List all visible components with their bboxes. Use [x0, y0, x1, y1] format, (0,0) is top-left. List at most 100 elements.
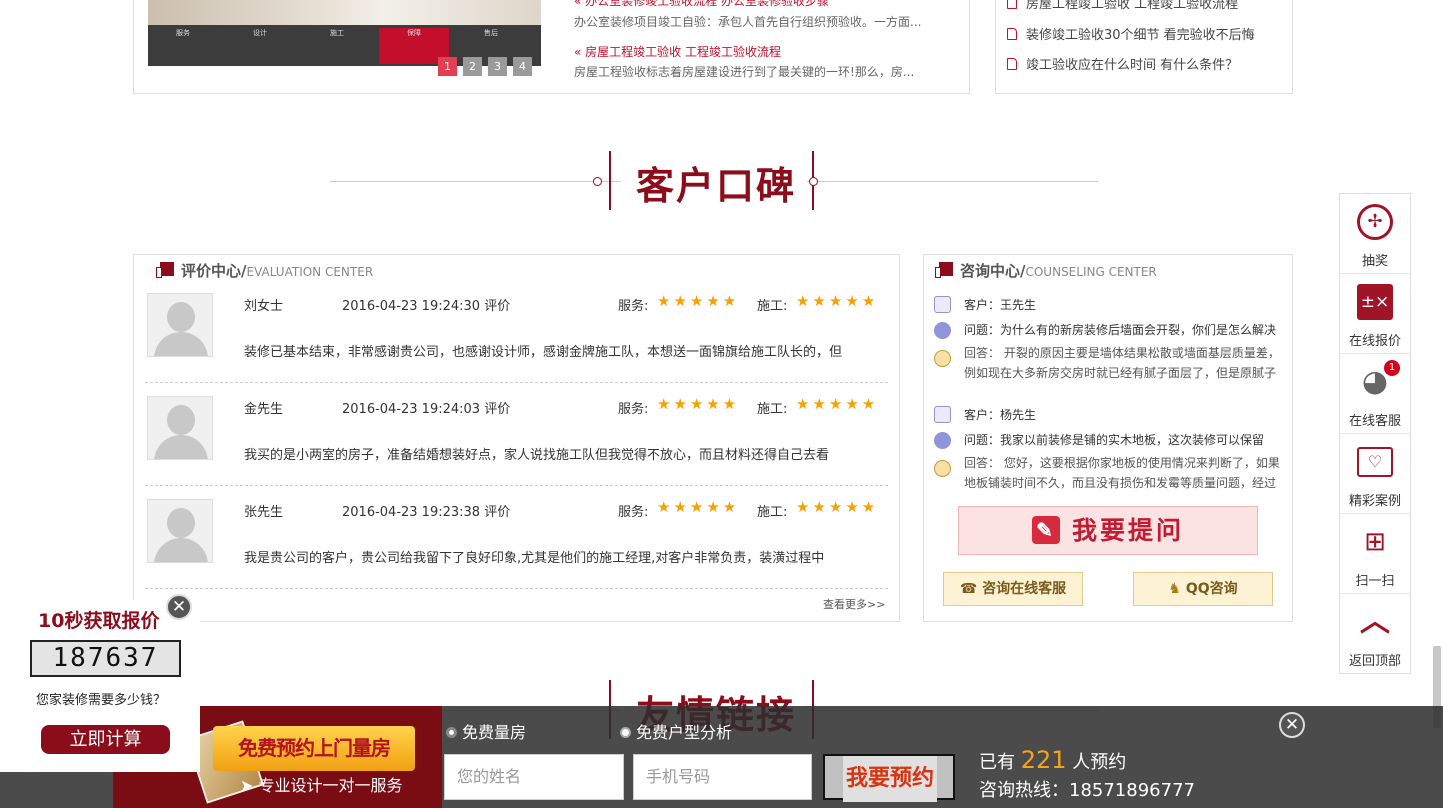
- sidebar-label: 扫一扫: [1355, 574, 1395, 589]
- client-name: 客户：王先生: [964, 298, 1037, 312]
- service-label: 服务:: [618, 505, 649, 520]
- sidebar-label: 抽奖: [1361, 254, 1388, 269]
- sidebar-item-top[interactable]: ︿ 返回顶部: [1340, 594, 1410, 674]
- pencil-icon: ✎: [1031, 516, 1060, 544]
- reviewer-name: 张先生: [244, 505, 284, 520]
- title-square-icon: [935, 262, 953, 278]
- news-desc-1: 办公室装修项目竣工自验：承包人首先自行组织预验收。一方面...: [574, 15, 922, 29]
- reviewer-name: 刘女士: [244, 299, 284, 314]
- close-widget-icon[interactable]: ✕: [166, 594, 192, 620]
- service-label: 服务:: [618, 402, 649, 417]
- phone-input[interactable]: 手机号码: [633, 754, 812, 800]
- book-button[interactable]: 我要预约: [823, 754, 955, 802]
- sidebar-item-quote[interactable]: ±× 在线报价: [1340, 274, 1410, 354]
- review-date: 2016-04-23 19:24:30 评价: [342, 299, 511, 314]
- service-stars: ★★★★★: [657, 395, 740, 413]
- sidebar-label: 在线客服: [1348, 414, 1401, 429]
- build-label: 施工:: [757, 299, 788, 314]
- sidebar-label: 在线报价: [1348, 334, 1401, 349]
- avatar: [147, 293, 213, 357]
- review-divider: [145, 382, 888, 383]
- quote-title: 10秒获取报价: [38, 610, 160, 632]
- side-link-1[interactable]: 房屋工程竣工验收 工程竣工验收流程: [1007, 0, 1238, 12]
- service-stars: ★★★★★: [657, 292, 740, 310]
- pager-2[interactable]: 2: [463, 57, 482, 76]
- qq-consult-button[interactable]: ♞ QQ咨询: [1133, 572, 1273, 606]
- answer-icon: [934, 350, 951, 367]
- client-icon: [934, 406, 951, 423]
- sidebar-label: 精彩案例: [1348, 494, 1401, 509]
- review-divider: [145, 485, 888, 486]
- news-link-1[interactable]: « 办公室装修竣工验收流程 办公室装修验收步骤: [574, 0, 829, 9]
- build-label: 施工:: [757, 402, 788, 417]
- promo-headline: 免费预约上门量房: [213, 726, 415, 771]
- section-title: 客户口碑: [636, 164, 797, 208]
- question-icon: [934, 322, 951, 339]
- calculate-button[interactable]: 立即计算: [41, 725, 170, 754]
- answer-text: 回答： 您好，这要根据你家地板的使用情况来判断了，如果: [964, 456, 1280, 470]
- review-date: 2016-04-23 19:24:03 评价: [342, 402, 511, 417]
- ornament-circle-left: [593, 177, 602, 186]
- avatar: [147, 396, 213, 460]
- answer-text-cont: 例如现在大多新房交房时就已经有腻子面层了，但是原腻子: [964, 366, 1277, 380]
- build-stars: ★★★★★: [796, 395, 879, 413]
- news-link-2[interactable]: « 房屋工程竣工验收 工程竣工验收流程: [574, 43, 781, 60]
- radio-checked-icon: [446, 727, 457, 738]
- question-icon: [934, 432, 951, 449]
- counseling-title: 咨询中心/COUNSELING CENTER: [960, 262, 1157, 280]
- quote-question: 您家装修需要多少钱？: [36, 693, 167, 708]
- arrow-up-icon: ︿: [1360, 604, 1390, 639]
- build-label: 施工:: [757, 505, 788, 520]
- unread-badge: 1: [1384, 360, 1400, 376]
- option-measure-radio[interactable]: 免费量房: [446, 719, 526, 743]
- review-text: 我买的是小两室的房子，准备结婚想装好点，家人说找施工队但我觉得不放心，而且材料还…: [244, 448, 830, 463]
- pager-1[interactable]: 1: [438, 57, 457, 76]
- promo-subline: ➤ 专业设计一对一服务: [240, 776, 403, 795]
- sidebar-item-cases[interactable]: ♡ 精彩案例: [1340, 434, 1410, 514]
- avatar: [147, 499, 213, 563]
- sidebar-item-scan[interactable]: ⊞ 扫一扫: [1340, 514, 1410, 594]
- question-text: 问题：为什么有的新房装修后墙面会开裂，你们是怎么解决: [964, 323, 1277, 337]
- title-ornament-left: [609, 151, 611, 210]
- view-more-link[interactable]: 查看更多>>: [823, 596, 885, 612]
- sidebar-item-lottery[interactable]: ✢ 抽奖: [1340, 194, 1410, 274]
- name-input[interactable]: 您的姓名: [444, 754, 624, 800]
- doc-icon: [1007, 58, 1017, 70]
- title-square-icon: [156, 262, 174, 278]
- pager-3[interactable]: 3: [488, 57, 507, 76]
- answer-text: 回答： 开裂的原因主要是墙体结果松散或墙面基层质量差，: [964, 346, 1280, 360]
- sidebar-item-service[interactable]: ◕ 1 在线客服: [1340, 354, 1410, 434]
- qq-penguin-icon: ♞: [1168, 581, 1186, 597]
- cases-icon: ♡: [1357, 447, 1393, 477]
- answer-icon: [934, 460, 951, 477]
- quote-counter: 187637: [30, 640, 181, 677]
- online-service-button[interactable]: ☎ 咨询在线客服: [943, 572, 1083, 606]
- ask-question-button[interactable]: ✎ 我要提问: [958, 506, 1258, 555]
- sidebar-label: 返回顶部: [1348, 654, 1401, 669]
- answer-text-cont: 地板铺装时间不久，而且没有损伤和发霉等质量问题，经过: [964, 476, 1277, 490]
- build-stars: ★★★★★: [796, 498, 879, 516]
- floating-sidebar: ✢ 抽奖 ±× 在线报价 ◕ 1 在线客服 ♡ 精彩案例 ⊞ 扫一扫 ︿ 返回顶…: [1339, 193, 1411, 674]
- option-layout-radio[interactable]: 免费户型分析: [620, 719, 732, 743]
- hotline: 咨询热线：18571896777: [979, 780, 1195, 801]
- close-bar-icon[interactable]: ✕: [1279, 712, 1305, 738]
- news-desc-2: 房屋工程验收标志着房屋建设进行到了最关键的一环!那么，房...: [574, 65, 915, 79]
- side-link-2[interactable]: 装修竣工验收30个细节 看完验收不后悔: [1007, 24, 1255, 43]
- review-date: 2016-04-23 19:23:38 评价: [342, 505, 511, 520]
- booking-count: 已有 221 人预约: [979, 746, 1127, 774]
- service-stars: ★★★★★: [657, 498, 740, 516]
- review-divider: [145, 588, 888, 589]
- doc-icon: [1007, 28, 1017, 40]
- reviewer-name: 金先生: [244, 402, 284, 417]
- calculator-icon: ±×: [1357, 284, 1393, 320]
- pager-4[interactable]: 4: [513, 57, 532, 76]
- review-text: 我是贵公司的客户，贵公司给我留下了良好印象,尤其是他们的施工经理,对客户非常负责…: [244, 551, 825, 566]
- radio-icon: [620, 727, 631, 738]
- news-side-panel: [995, 0, 1293, 94]
- client-name: 客户：杨先生: [964, 408, 1037, 422]
- doc-icon: [1007, 0, 1017, 9]
- ornament-circle-right: [809, 177, 818, 186]
- side-link-3[interactable]: 竣工验收应在什么时间 有什么条件？: [1007, 54, 1238, 73]
- build-stars: ★★★★★: [796, 292, 879, 310]
- question-text: 问题：我家以前装修是铺的实木地板，这次装修可以保留: [964, 433, 1265, 447]
